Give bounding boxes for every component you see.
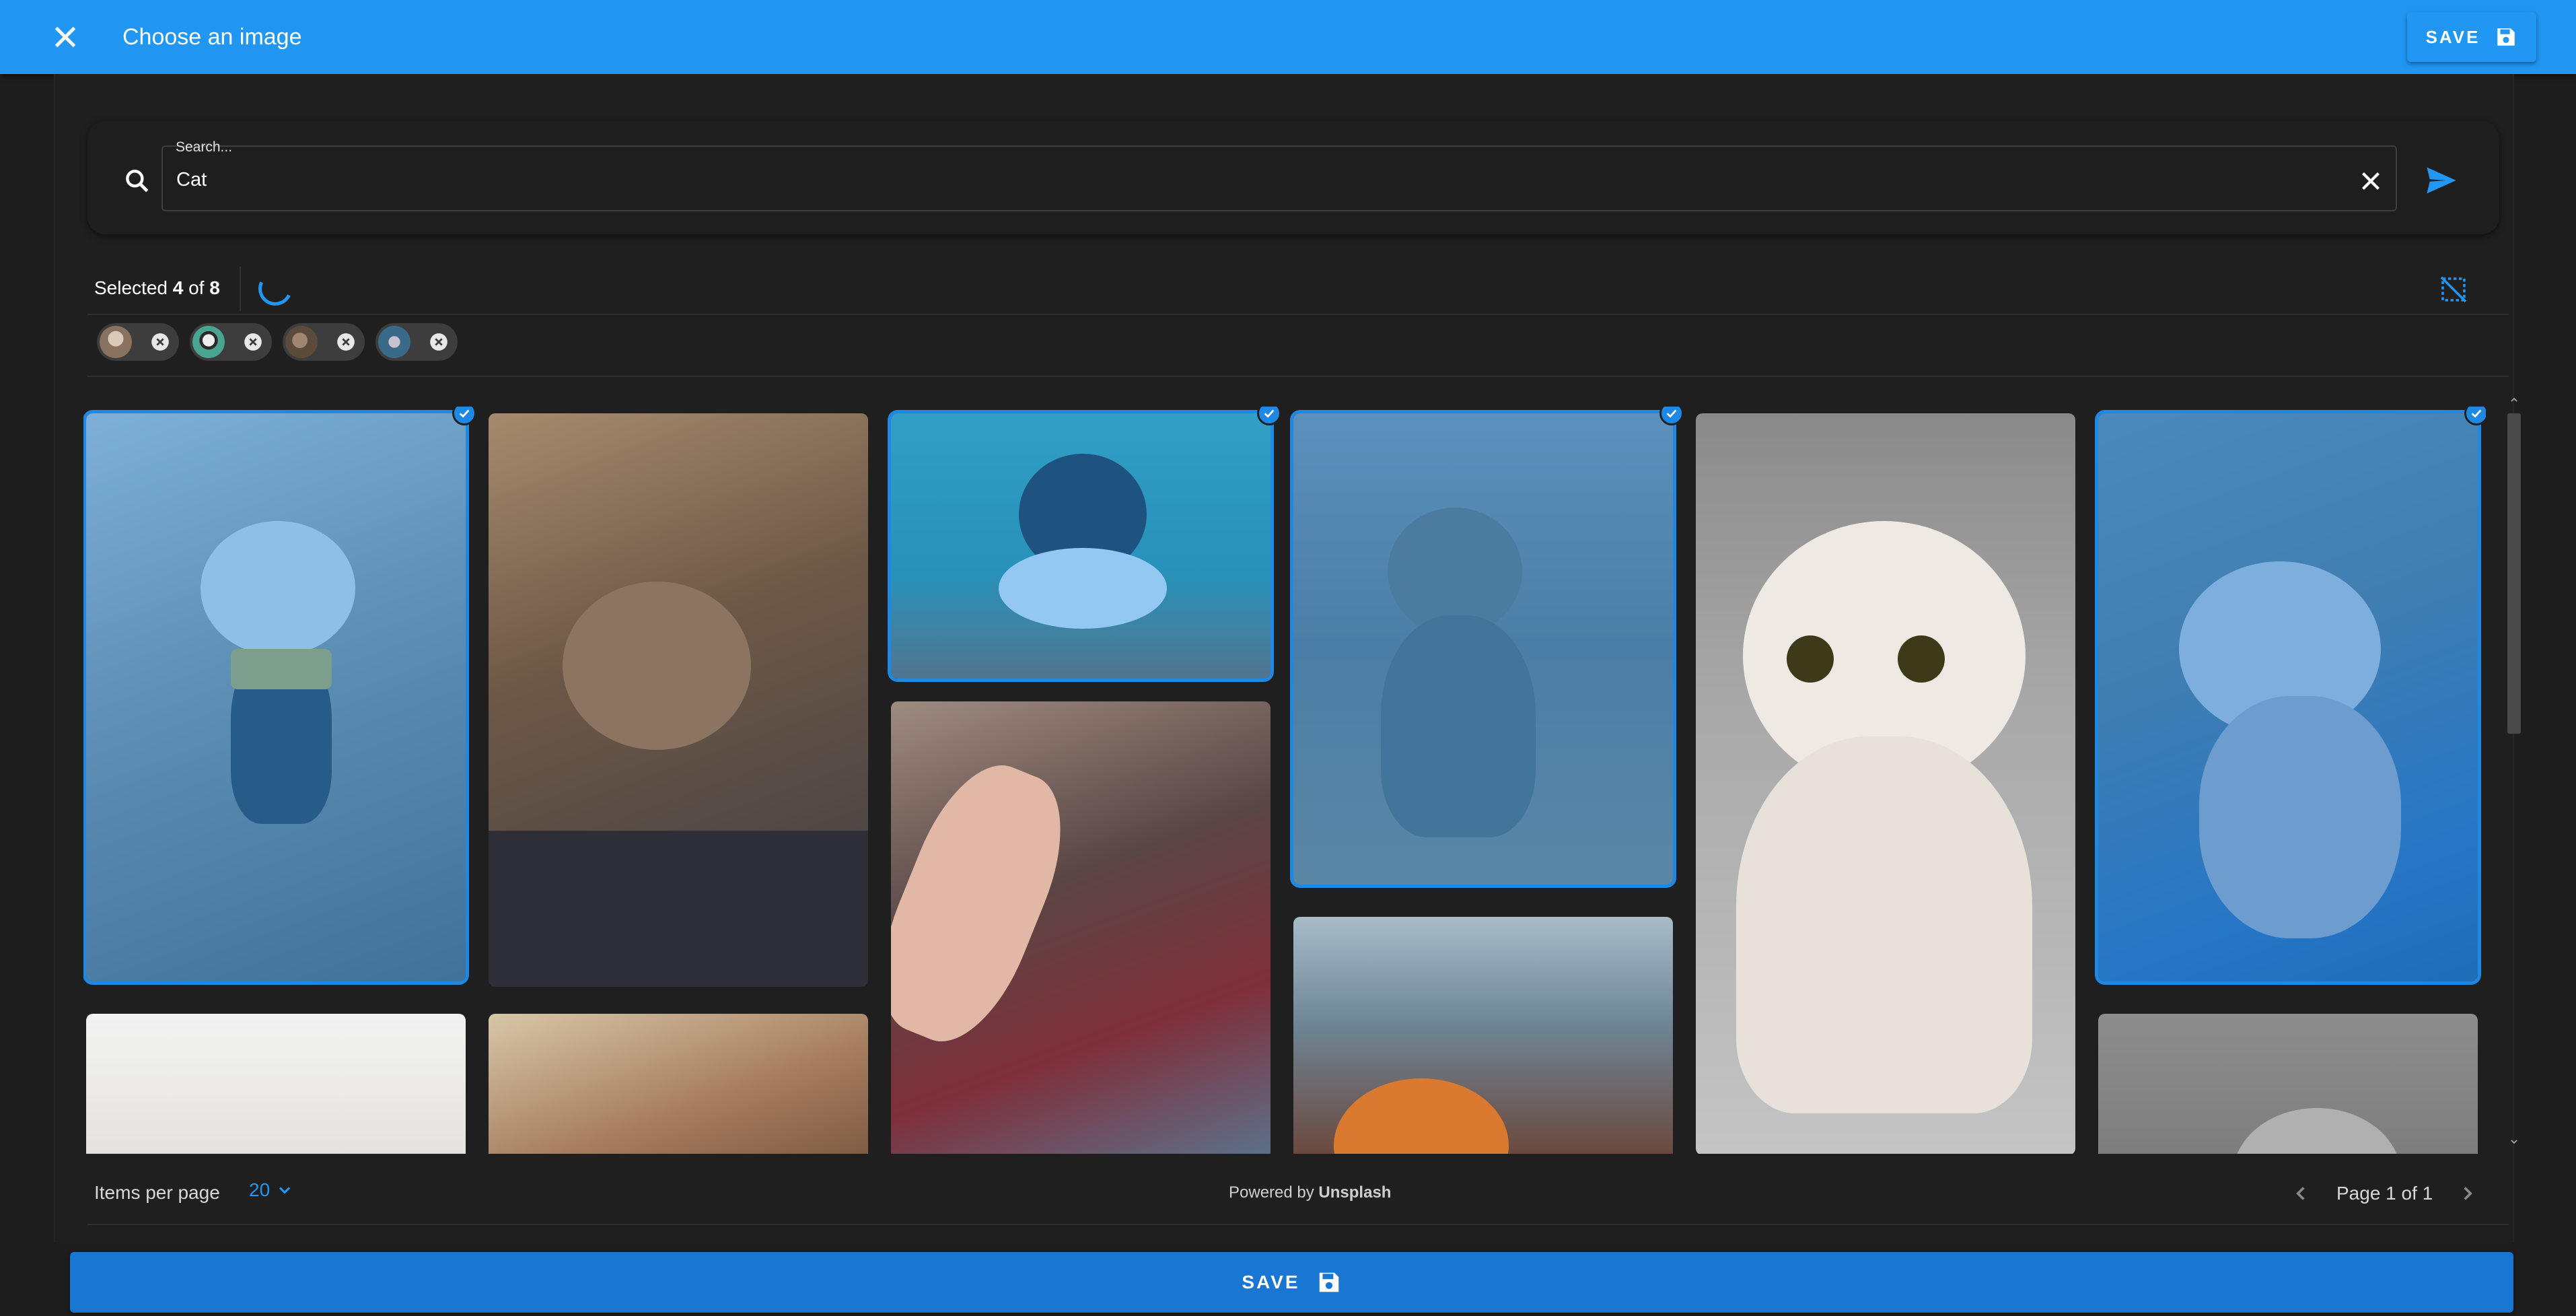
bottom-save-button[interactable]: SAVE — [70, 1252, 2513, 1313]
selection-overlay — [1293, 413, 1673, 885]
image-human-hand-cat-paw[interactable] — [891, 701, 1271, 1154]
chevron-left-icon[interactable] — [2289, 1182, 2312, 1205]
image-cat-under-blanket[interactable] — [86, 1014, 466, 1154]
selection-count: Selected 4 of 8 — [94, 277, 220, 299]
selection-overlay — [2098, 413, 2478, 981]
image-ginger-cat[interactable] — [1293, 917, 1673, 1154]
scroll-down-icon[interactable] — [2509, 1136, 2519, 1147]
top-save-button[interactable]: SAVE — [2407, 12, 2536, 62]
powered-by: Powered by Unsplash — [1229, 1183, 1391, 1202]
divider — [240, 267, 241, 311]
powered-by-prefix: Powered by — [1229, 1183, 1314, 1202]
avatar — [378, 326, 410, 358]
selection-of: of — [188, 277, 205, 298]
unsplash-link[interactable]: Unsplash — [1318, 1183, 1391, 1202]
selection-overlay — [86, 413, 466, 981]
avatar — [192, 326, 225, 358]
search-label: Search... — [176, 139, 233, 155]
items-per-page-select[interactable]: 20 — [249, 1179, 294, 1201]
selection-prefix: Selected — [94, 277, 168, 298]
image-cat-in-box[interactable] — [891, 413, 1271, 679]
selected-chip-4[interactable] — [375, 323, 458, 361]
image-white-kitten-surprised[interactable] — [1696, 413, 2075, 1154]
items-per-page-value: 20 — [249, 1179, 271, 1200]
avatar — [285, 326, 318, 358]
remove-chip-icon[interactable] — [244, 333, 262, 351]
image-tabby-cat-lying[interactable] — [489, 413, 868, 987]
clear-icon[interactable] — [2355, 166, 2386, 197]
selected-chip-1[interactable] — [97, 323, 179, 361]
search-icon — [122, 166, 152, 196]
bottom-save-label: SAVE — [1242, 1272, 1300, 1292]
divider — [87, 376, 2509, 377]
image-cat-with-butterfly[interactable] — [2098, 413, 2478, 981]
scroll-up-icon[interactable] — [2509, 394, 2519, 405]
image-cat-in-knit-hat[interactable] — [489, 1014, 868, 1154]
selection-total: 8 — [209, 277, 220, 298]
floppy-disk-icon — [2497, 28, 2515, 46]
search-input[interactable] — [176, 165, 2330, 195]
deselect-icon[interactable] — [2437, 273, 2470, 306]
page-indicator: Page 1 of 1 — [2336, 1183, 2433, 1204]
app-bar: Choose an image SAVE — [0, 0, 2576, 74]
image-cat-smiling-bandana[interactable] — [86, 413, 466, 981]
dialog-title: Choose an image — [122, 24, 302, 50]
send-icon[interactable] — [2424, 163, 2459, 198]
items-per-page-label: Items per page — [94, 1182, 220, 1203]
chevron-right-icon[interactable] — [2456, 1182, 2479, 1205]
remove-chip-icon[interactable] — [151, 333, 170, 351]
close-icon[interactable] — [47, 19, 83, 55]
chevron-down-icon — [279, 1187, 291, 1194]
scrollbar-thumb[interactable] — [2507, 413, 2521, 734]
remove-chip-icon[interactable] — [429, 333, 448, 351]
divider — [87, 1224, 2509, 1225]
image-grid — [83, 407, 2486, 1154]
image-kitten-yawning[interactable] — [1293, 413, 1673, 885]
image-gray-cat-grayscale[interactable] — [2098, 1014, 2478, 1154]
selected-count: 4 — [172, 277, 184, 298]
remove-chip-icon[interactable] — [336, 333, 355, 351]
avatar — [100, 326, 132, 358]
selected-chip-2[interactable] — [190, 323, 272, 361]
top-save-label: SAVE — [2425, 26, 2480, 47]
divider — [87, 314, 2509, 315]
selection-overlay — [891, 413, 1271, 679]
selected-chips — [97, 323, 458, 361]
floppy-disk-icon — [1319, 1272, 1338, 1292]
selected-chip-3[interactable] — [283, 323, 365, 361]
